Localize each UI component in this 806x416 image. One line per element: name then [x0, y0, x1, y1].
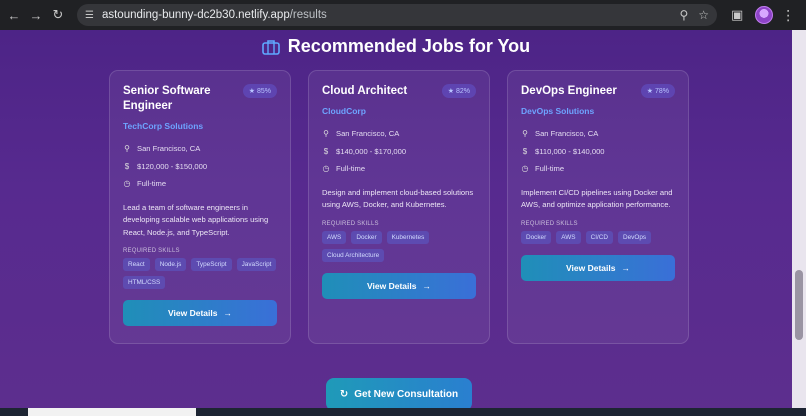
job-title: Senior Software Engineer	[123, 85, 211, 112]
salary-text: $140,000 - $170,000	[336, 146, 407, 156]
reload-icon[interactable]: ↻	[47, 4, 69, 26]
skill-tag: Kubernetes	[386, 230, 430, 244]
job-card: Senior Software Engineer ★ 85% TechCorp …	[109, 70, 291, 344]
job-salary: $ $140,000 - $170,000	[322, 143, 476, 161]
company-name[interactable]: DevOps Solutions	[521, 106, 675, 116]
arrow-right-icon: →	[621, 262, 630, 273]
view-details-button[interactable]: View Details →	[123, 300, 277, 326]
tune-icon[interactable]: ☰	[85, 10, 94, 21]
job-card: DevOps Engineer ★ 78% DevOps Solutions ⚲…	[507, 70, 689, 344]
page-heading: Recommended Jobs for You	[0, 36, 792, 57]
salary-text: $120,000 - $150,000	[137, 161, 208, 171]
job-location: ⚲ San Francisco, CA	[123, 140, 277, 158]
match-badge: ★ 78%	[640, 84, 675, 98]
star-icon[interactable]: ☆	[698, 8, 709, 22]
map-pin-icon: ⚲	[124, 144, 130, 154]
arrow-left-icon[interactable]: ←	[3, 4, 25, 26]
location-text: San Francisco, CA	[336, 129, 400, 139]
job-card: Cloud Architect ★ 82% CloudCorp ⚲ San Fra…	[308, 70, 490, 344]
skill-tag: Cloud Architecture	[322, 248, 385, 262]
puzzle-icon[interactable]: ▣	[731, 7, 743, 23]
zoom-icon[interactable]: ⚲	[679, 8, 688, 22]
dollar-icon: $	[323, 146, 329, 156]
skill-tag: CI/CD	[585, 230, 613, 244]
skill-tag: HTML/CSS	[123, 276, 166, 289]
taskbar-search[interactable]	[28, 408, 196, 416]
location-text: San Francisco, CA	[535, 129, 599, 139]
match-badge: ★ 82%	[441, 84, 476, 98]
clock-icon: ◷	[521, 164, 529, 174]
url-path: /results	[289, 9, 327, 21]
scrollbar[interactable]	[792, 30, 806, 408]
skills-list: React Node.js TypeScript JavaScript HTML…	[123, 258, 277, 289]
skill-tag: Docker	[521, 230, 552, 244]
map-pin-icon: ⚲	[323, 129, 329, 139]
kebab-menu-icon[interactable]: ⋮	[781, 7, 795, 24]
job-salary: $ $110,000 - $140,000	[521, 143, 675, 161]
job-location: ⚲ San Francisco, CA	[521, 125, 675, 143]
skill-tag: AWS	[322, 230, 347, 244]
skill-tag: AWS	[556, 230, 581, 244]
arrow-right-icon: →	[422, 280, 431, 291]
job-type: ◷ Full-time	[521, 160, 675, 178]
skills-label: REQUIRED SKILLS	[521, 220, 578, 227]
skill-tag: TypeScript	[191, 258, 232, 271]
refresh-icon: ↻	[339, 389, 349, 400]
view-details-button[interactable]: View Details →	[521, 254, 675, 281]
type-text: Full-time	[137, 179, 167, 189]
skills-list: AWS Docker Kubernetes Cloud Architecture	[322, 230, 476, 262]
map-pin-icon: ⚲	[522, 129, 528, 139]
skill-tag: JavaScript	[236, 258, 277, 271]
job-title: DevOps Engineer	[521, 85, 617, 97]
view-details-button[interactable]: View Details →	[322, 272, 476, 299]
skills-list: Docker AWS CI/CD DevOps	[521, 230, 675, 244]
page-title: Recommended Jobs for You	[287, 36, 531, 56]
job-salary: $ $120,000 - $150,000	[123, 158, 277, 176]
avatar[interactable]	[755, 6, 774, 24]
address-bar[interactable]: ☰ astounding-bunny-dc2b30.netlify.app/re…	[77, 4, 717, 26]
url-host: astounding-bunny-dc2b30.netlify.app	[101, 9, 290, 21]
skill-tag: React	[123, 258, 150, 271]
job-title: Cloud Architect	[322, 85, 408, 97]
scrollbar-thumb[interactable]	[795, 270, 803, 340]
job-location: ⚲ San Francisco, CA	[322, 125, 476, 143]
job-type: ◷ Full-time	[123, 175, 277, 193]
job-description: Implement CI/CD pipelines using Docker a…	[521, 187, 673, 210]
arrow-right-icon: →	[223, 308, 232, 318]
location-text: San Francisco, CA	[137, 144, 201, 154]
view-details-label: View Details	[566, 262, 616, 273]
job-description: Lead a team of software engineers in dev…	[123, 202, 269, 237]
job-type: ◷ Full-time	[322, 160, 476, 178]
skill-tag: Node.js	[154, 258, 187, 271]
type-text: Full-time	[535, 164, 565, 174]
type-text: Full-time	[336, 164, 366, 174]
view-details-label: View Details	[367, 280, 417, 291]
match-badge: ★ 85%	[242, 84, 277, 98]
skill-tag: Docker	[351, 230, 382, 244]
get-new-consultation-button[interactable]: ↻ Get New Consultation	[326, 378, 472, 411]
company-name[interactable]: TechCorp Solutions	[123, 121, 277, 131]
clock-icon: ◷	[123, 179, 131, 189]
job-description: Design and implement cloud-based solutio…	[322, 187, 474, 210]
view-details-label: View Details	[168, 308, 218, 318]
url-text: astounding-bunny-dc2b30.netlify.app/resu…	[102, 9, 669, 21]
dollar-icon: $	[522, 146, 528, 156]
arrow-right-icon[interactable]: →	[25, 4, 47, 26]
salary-text: $110,000 - $140,000	[535, 146, 605, 156]
company-name[interactable]: CloudCorp	[322, 106, 476, 116]
browser-toolbar: ← → ↻ ☰ astounding-bunny-dc2b30.netlify.…	[0, 0, 806, 30]
taskbar	[0, 408, 806, 416]
skills-label: REQUIRED SKILLS	[123, 248, 180, 254]
clock-icon: ◷	[322, 164, 330, 174]
consult-label: Get New Consultation	[354, 389, 459, 400]
skill-tag: DevOps	[617, 230, 652, 244]
skills-label: REQUIRED SKILLS	[322, 220, 379, 227]
dollar-icon: $	[124, 161, 130, 171]
briefcase-icon	[261, 39, 280, 55]
